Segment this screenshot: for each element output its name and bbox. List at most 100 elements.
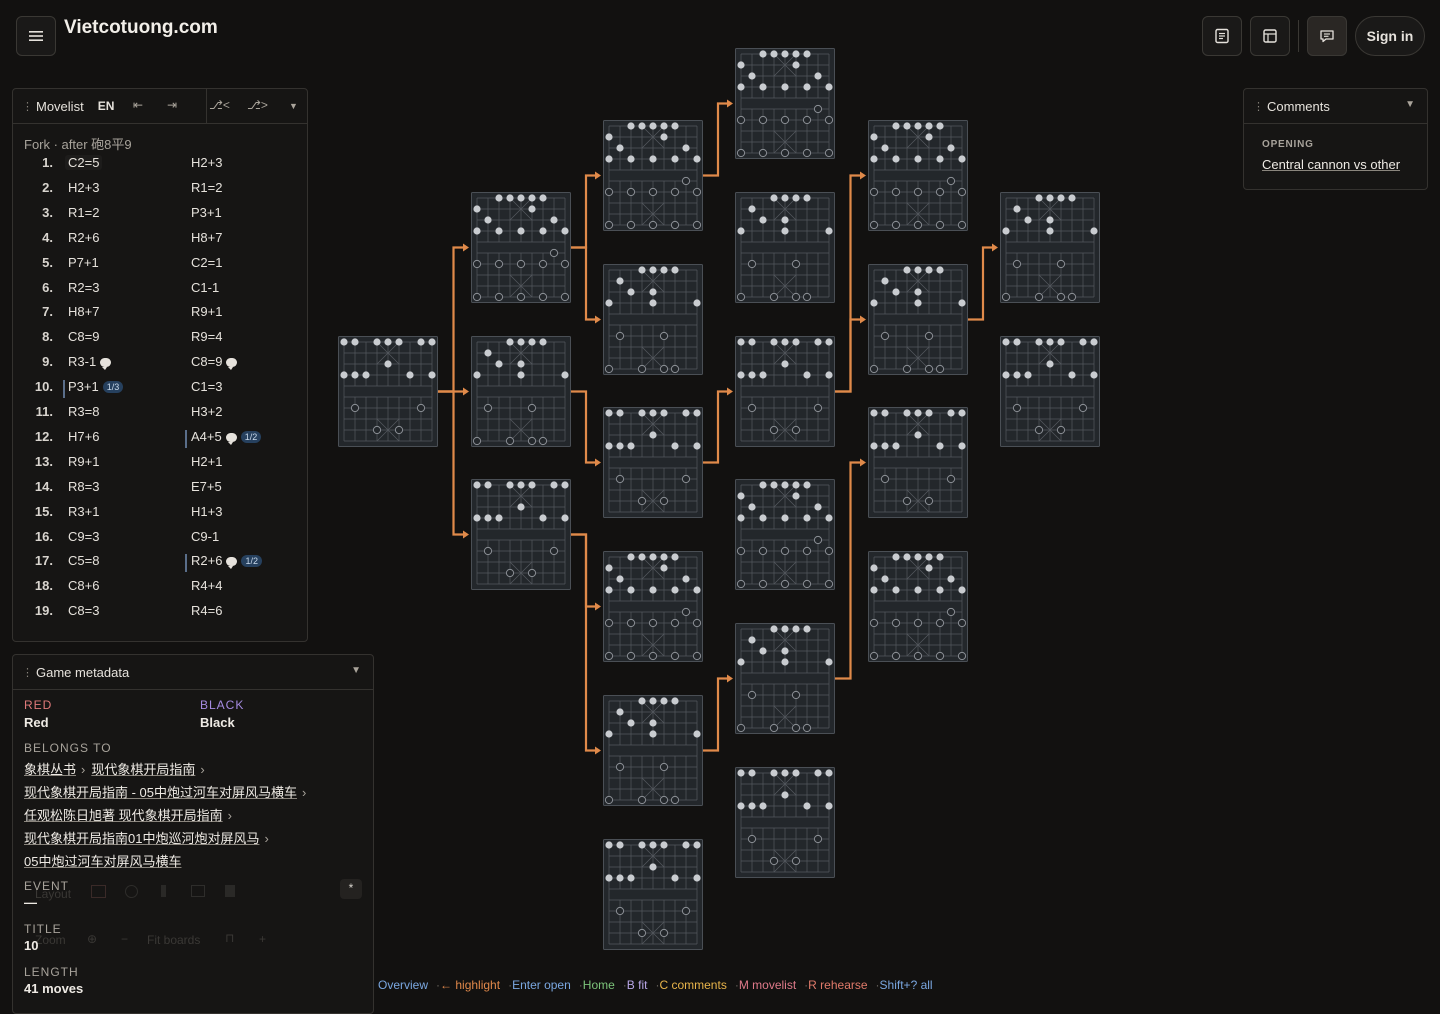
shortcut-hint[interactable]: Overview [378, 978, 428, 992]
black-move[interactable]: H1+3 [191, 504, 222, 519]
red-move[interactable]: H8+7 [68, 304, 99, 319]
red-move[interactable]: R3=8 [68, 404, 99, 419]
board-thumbnail[interactable] [471, 479, 571, 590]
board-thumbnail[interactable] [735, 479, 835, 590]
move-text: C8=3 [68, 603, 100, 619]
red-move[interactable]: R9+1 [68, 454, 99, 469]
shortcut-hint[interactable]: Home [583, 978, 615, 992]
red-move[interactable]: R8=3 [68, 479, 99, 494]
red-move[interactable]: C5=8 [68, 553, 99, 568]
board-thumbnail[interactable] [603, 695, 703, 806]
move-row: 9. R3-1 C8=9 [13, 354, 303, 378]
board-thumbnail[interactable] [1000, 192, 1100, 303]
drag-handle-icon[interactable]: ⋮ [22, 666, 33, 679]
black-move[interactable]: C1-1 [191, 280, 219, 295]
red-move[interactable]: C9=3 [68, 529, 99, 544]
first-move-icon[interactable]: ⇤ [133, 98, 143, 112]
board-thumbnail[interactable] [471, 336, 571, 447]
red-move[interactable]: R3+1 [68, 504, 99, 519]
board-thumbnail[interactable] [735, 48, 835, 159]
shortcut-hint[interactable]: R rehearse [808, 978, 867, 992]
drag-handle-icon[interactable]: ⋮ [22, 100, 33, 113]
collection-link[interactable]: 任观松陈日旭著 现代象棋开局指南 › [24, 805, 232, 824]
black-move[interactable]: R9+1 [191, 304, 222, 319]
board-thumbnail[interactable] [603, 264, 703, 375]
red-move[interactable]: R1=2 [68, 205, 99, 220]
variation-badge[interactable]: 1/3 [102, 381, 124, 394]
drag-handle-icon[interactable]: ⋮ [1253, 100, 1264, 113]
red-move[interactable]: R2+6 [68, 230, 99, 245]
black-move[interactable]: A4+5 1/2 [191, 429, 262, 445]
shortcut-hint[interactable]: Enter open [512, 978, 571, 992]
chevron-down-icon[interactable]: ▼ [289, 101, 298, 111]
black-move[interactable]: R9=4 [191, 329, 222, 344]
black-move[interactable]: R4+4 [191, 578, 222, 593]
board-thumbnail[interactable] [735, 336, 835, 447]
collection-link[interactable]: 现代象棋开局指南 - 05中炮过河车对屏风马横车 › [24, 782, 306, 801]
board-thumbnail[interactable] [603, 551, 703, 662]
black-move[interactable]: P3+1 [191, 205, 222, 220]
board-thumbnail[interactable] [735, 767, 835, 878]
black-move[interactable]: E7+5 [191, 479, 222, 494]
board-thumbnail[interactable] [603, 839, 703, 950]
red-move[interactable]: P7+1 [68, 255, 99, 270]
move-number: 9. [42, 354, 53, 370]
collection-link[interactable]: 现代象棋开局指南01中炮巡河炮对屏风马 › [24, 828, 269, 847]
site-title[interactable]: Vietcotuong.com [64, 17, 218, 39]
shortcut-hint[interactable]: B fit [627, 978, 648, 992]
shortcut-hint[interactable]: Shift+? all [880, 978, 933, 992]
last-move-icon[interactable]: ⇥ [167, 98, 177, 112]
comment-icon [225, 432, 237, 445]
variation-badge[interactable]: 1/2 [240, 430, 262, 443]
black-move[interactable]: H3+2 [191, 404, 222, 419]
board-thumbnail[interactable] [735, 192, 835, 303]
red-move[interactable]: H7+6 [68, 429, 99, 444]
board-thumbnail[interactable] [603, 407, 703, 518]
board-thumbnail[interactable] [603, 120, 703, 231]
shortcut-hint[interactable]: M movelist [739, 978, 796, 992]
notes-button[interactable] [1202, 16, 1242, 56]
variation-badge[interactable]: 1/2 [241, 555, 262, 568]
movelist-panel: ⋮ Movelist EN ⇤ ⇥ ⎇< ⎇> ▼ Fork · after 砲… [12, 88, 308, 642]
board-thumbnail[interactable] [735, 623, 835, 734]
black-move[interactable]: C8=9 [191, 354, 238, 371]
black-move[interactable]: H2+3 [191, 155, 222, 170]
red-move[interactable]: C2=5 [65, 155, 103, 170]
black-move[interactable]: R2+6 1/2 [191, 553, 262, 570]
black-move[interactable]: C9-1 [191, 529, 219, 544]
shortcut-hint[interactable]: C comments [659, 978, 726, 992]
red-move[interactable]: C8=9 [68, 329, 99, 344]
menu-button[interactable] [16, 16, 56, 56]
comments-toggle-button[interactable] [1307, 16, 1347, 56]
move-text: C9=3 [68, 528, 100, 544]
black-move[interactable]: C2=1 [191, 255, 222, 270]
red-move[interactable]: C8=3 [68, 603, 99, 618]
collection-link[interactable]: 05中炮过河车对屏风马横车 [24, 851, 181, 870]
black-move[interactable]: H8+7 [191, 230, 222, 245]
red-move[interactable]: C8+6 [68, 578, 99, 593]
board-thumbnail[interactable] [868, 120, 968, 231]
red-move[interactable]: H2+3 [68, 180, 99, 195]
red-move[interactable]: R3-1 [68, 354, 112, 371]
branch-prev-icon[interactable]: ⎇< [209, 98, 230, 112]
layout-button[interactable] [1250, 16, 1290, 56]
board-thumbnail[interactable] [1000, 336, 1100, 447]
chevron-down-icon[interactable]: ▼ [1405, 99, 1415, 110]
board-thumbnail[interactable] [338, 336, 438, 447]
board-thumbnail[interactable] [868, 407, 968, 518]
opening-link[interactable]: Central cannon vs other [1262, 157, 1400, 172]
branch-next-icon[interactable]: ⎇> [247, 98, 268, 112]
board-thumbnail[interactable] [868, 551, 968, 662]
board-thumbnail[interactable] [868, 264, 968, 375]
black-move[interactable]: R4=6 [191, 603, 222, 618]
collection-link[interactable]: 象棋丛书 › 现代象棋开局指南 › [24, 759, 205, 778]
board-thumbnail[interactable] [471, 192, 571, 303]
red-move[interactable]: P3+1 1/3 [68, 379, 124, 394]
shortcut-hint[interactable]: ← highlight [440, 978, 500, 992]
sign-in-button[interactable]: Sign in [1355, 16, 1425, 56]
black-move[interactable]: H2+1 [191, 454, 222, 469]
red-move[interactable]: R2=3 [68, 280, 99, 295]
black-move[interactable]: C1=3 [191, 379, 222, 394]
black-move[interactable]: R1=2 [191, 180, 222, 195]
language-toggle[interactable]: EN [98, 99, 115, 113]
